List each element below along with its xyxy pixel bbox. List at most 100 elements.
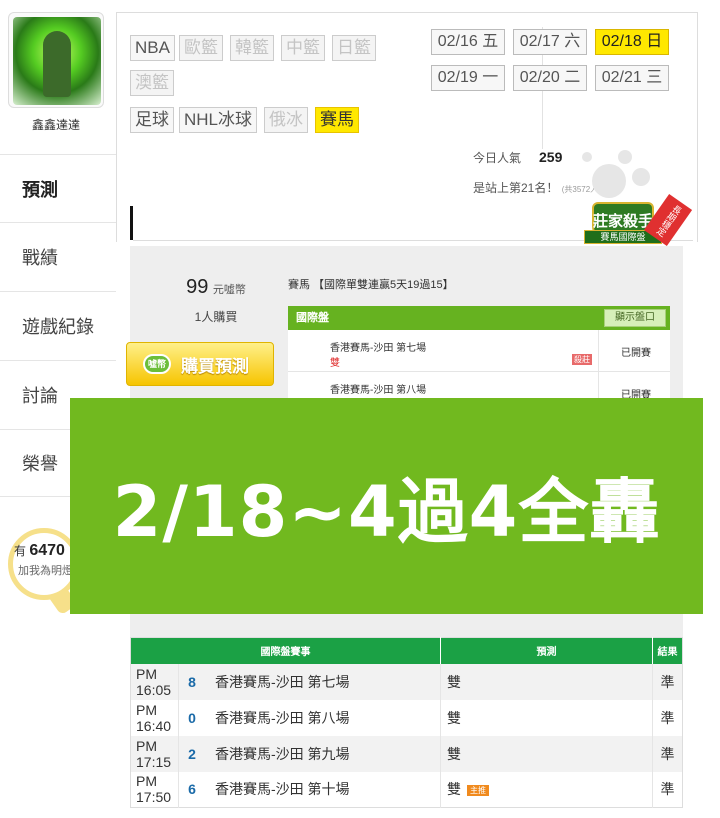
pick-value: 雙 <box>447 673 461 690</box>
horse-number: 6 <box>188 781 196 798</box>
sport-tag-euro-basketball: 歐籃 <box>179 35 223 61</box>
show-odds-button[interactable]: 顯示盤口 <box>604 309 666 327</box>
sport-tag-nba[interactable]: NBA <box>130 35 175 61</box>
price-value: 99 <box>186 276 209 298</box>
column-header-event: 國際盤賽事 <box>130 637 441 664</box>
race-cell: 0 香港賽馬-沙田 第八場 <box>178 699 441 736</box>
race-cell: 6 香港賽馬-沙田 第十場 <box>178 771 441 808</box>
sport-tag-horse-racing[interactable]: 賽馬 <box>315 107 359 133</box>
today-popularity-value: 259 <box>539 149 563 165</box>
results-header-row: 國際盤賽事 預測 結果 <box>130 637 683 664</box>
horse-number: 0 <box>188 709 196 726</box>
featured-pick-badge: 主推 <box>467 785 489 797</box>
race-name: 香港賽馬-沙田 第八場 <box>330 385 427 396</box>
popularity-value: 6470 <box>29 542 65 559</box>
profile-card[interactable] <box>8 12 104 108</box>
weekday-label: 二 <box>564 69 581 86</box>
race-name: 香港賽馬-沙田 第八場 <box>215 709 350 726</box>
prediction-title: 賽馬 【國際單雙連贏5天19過15】 <box>288 279 454 291</box>
result-value: 準 <box>652 735 683 772</box>
weekday-label: 五 <box>482 33 499 50</box>
nav-record[interactable]: 戰績 <box>0 222 116 290</box>
price: 99 元噓幣 <box>176 276 256 299</box>
race-time: PM 16:40 <box>130 699 179 736</box>
popularity-prefix: 有 <box>14 544 27 558</box>
sport-tag-aus-basketball: 澳籃 <box>130 70 174 96</box>
race-name: 香港賽馬-沙田 第七場 <box>215 673 350 690</box>
follow-link[interactable]: 加我為明燈 <box>18 562 73 578</box>
date-0219[interactable]: 02/19 一 <box>431 65 505 91</box>
sport-tag-korea-basketball: 韓籃 <box>230 35 274 61</box>
date-label: 02/18 <box>601 33 642 50</box>
date-0221[interactable]: 02/21 三 <box>595 65 669 91</box>
column-header-prediction: 預測 <box>440 637 653 664</box>
results-table: 國際盤賽事 預測 結果 PM 16:05 8 香港賽馬-沙田 第七場 雙 準 PM… <box>130 637 683 808</box>
nav-prediction[interactable]: 預測 <box>0 154 116 222</box>
weekday-label: 一 <box>482 69 499 86</box>
today-popularity-label: 今日人氣 <box>473 151 522 165</box>
horse-number: 2 <box>188 745 196 762</box>
date-0218[interactable]: 02/18 日 <box>595 29 669 55</box>
pick-value: 雙 <box>330 358 340 369</box>
sport-tag-soccer[interactable]: 足球 <box>130 107 174 133</box>
sport-tag-japan-basketball: 日籃 <box>332 35 376 61</box>
race-time: PM 17:15 <box>130 735 179 772</box>
pick-cell: 雙 <box>440 663 653 700</box>
prediction-table-header-label: 國際盤 <box>296 312 329 324</box>
date-label: 02/20 <box>519 69 560 86</box>
pick-value: 雙 <box>447 709 461 726</box>
result-value: 準 <box>652 771 683 808</box>
date-0220[interactable]: 02/20 二 <box>513 65 587 91</box>
coin-icon: 噓幣 <box>143 354 171 374</box>
buy-prediction-button[interactable]: 噓幣 購買預測 <box>126 342 274 386</box>
sport-tag-nhl[interactable]: NHL冰球 <box>179 107 258 133</box>
column-header-result: 結果 <box>652 637 683 664</box>
buyer-count: 1人購買 <box>194 310 238 324</box>
buy-prediction-label: 購買預測 <box>181 356 249 376</box>
horse-number: 8 <box>188 673 196 690</box>
date-label: 02/16 <box>437 33 478 50</box>
race-cell: 8 香港賽馬-沙田 第七場 <box>178 663 441 700</box>
table-row: PM 16:40 0 香港賽馬-沙田 第八場 雙 準 <box>130 699 683 736</box>
today-popularity: 今日人氣 259 <box>473 149 562 166</box>
kill-banker-badge: 殺莊 <box>572 354 592 365</box>
result-value: 準 <box>652 699 683 736</box>
avatar[interactable] <box>13 17 101 105</box>
table-row: PM 17:15 2 香港賽馬-沙田 第九場 雙 準 <box>130 735 683 772</box>
pick-cell: 雙 <box>440 699 653 736</box>
site-rank-text: 是站上第21名！ <box>473 181 559 195</box>
pick-value: 雙 <box>447 745 461 762</box>
weekday-label: 六 <box>564 33 581 50</box>
date-label: 02/21 <box>601 69 642 86</box>
result-banner: 2/18~4過4全轟 <box>70 398 703 614</box>
username[interactable]: 鑫鑫達達 <box>0 116 112 133</box>
result-value: 準 <box>652 663 683 700</box>
date-label: 02/19 <box>437 69 478 86</box>
pick-cell: 雙主推 <box>440 771 653 808</box>
game-status: 已開賽 <box>621 348 651 359</box>
prediction-row: 香港賽馬-沙田 第七場 雙 殺莊 已開賽 <box>288 330 670 372</box>
price-unit: 元噓幣 <box>212 284 246 296</box>
pick-value: 雙 <box>447 781 461 798</box>
race-cell: 2 香港賽馬-沙田 第九場 <box>178 735 441 772</box>
date-0217[interactable]: 02/17 六 <box>513 29 587 55</box>
prediction-table: 國際盤 顯示盤口 香港賽馬-沙田 第七場 雙 殺莊 已開賽 香港賽馬-沙田 第八… <box>288 306 670 414</box>
weekday-label: 日 <box>646 33 663 50</box>
race-time: PM 17:50 <box>130 771 179 808</box>
race-time: PM 16:05 <box>130 663 179 700</box>
pick-cell: 雙 <box>440 735 653 772</box>
avatar-figure <box>43 31 71 97</box>
date-0216[interactable]: 02/16 五 <box>431 29 505 55</box>
race-name: 香港賽馬-沙田 第九場 <box>215 745 350 762</box>
table-row: PM 16:05 8 香港賽馬-沙田 第七場 雙 準 <box>130 663 683 700</box>
sport-tag-china-basketball: 中籃 <box>281 35 325 61</box>
nav-game-log[interactable]: 遊戲紀錄 <box>0 291 116 359</box>
race-name: 香港賽馬-沙田 第十場 <box>215 781 350 798</box>
weekday-label: 三 <box>646 69 663 86</box>
prediction-table-header: 國際盤 顯示盤口 <box>288 306 670 330</box>
race-name: 香港賽馬-沙田 第七場 <box>330 343 427 354</box>
divider <box>598 330 599 372</box>
sport-tag-russia-hockey: 俄冰 <box>264 107 308 133</box>
date-label: 02/17 <box>519 33 560 50</box>
table-row: PM 17:50 6 香港賽馬-沙田 第十場 雙主推 準 <box>130 771 683 808</box>
